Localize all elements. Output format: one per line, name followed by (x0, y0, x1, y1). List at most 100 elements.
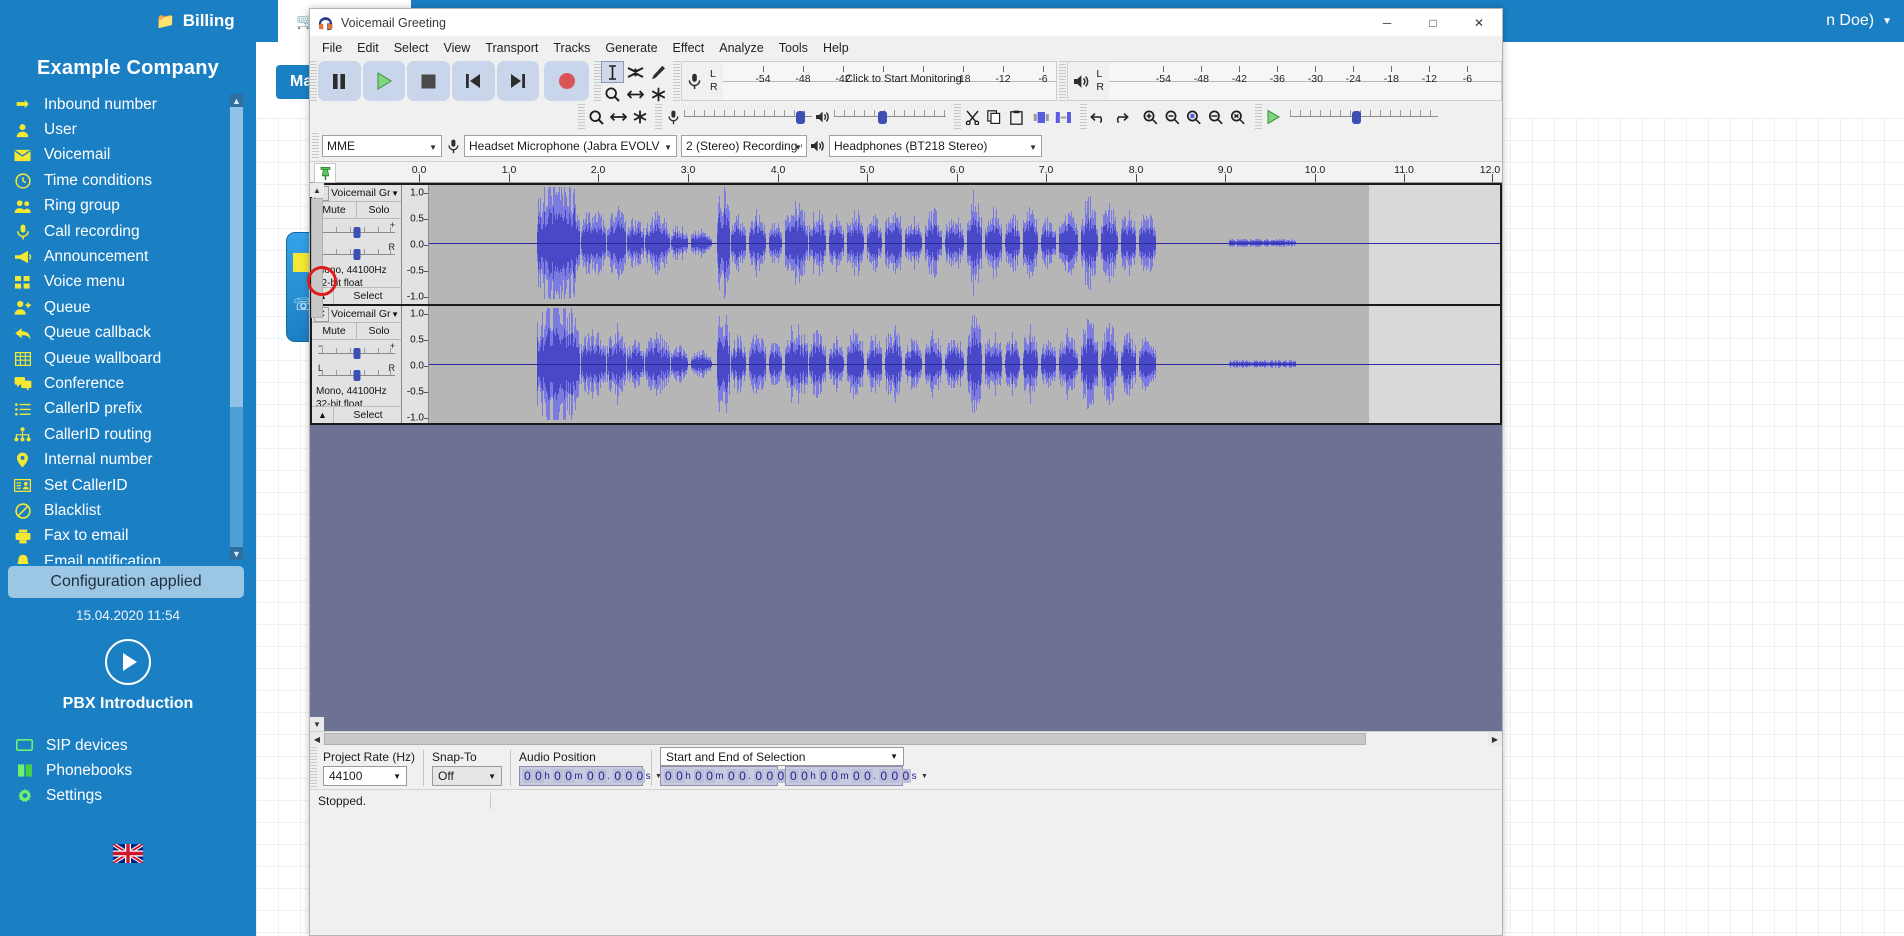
menu-tools[interactable]: Tools (779, 41, 808, 55)
skip-to-start-button[interactable] (452, 61, 495, 101)
recording-meter-grip[interactable] (672, 61, 680, 101)
multi-view-button[interactable] (629, 105, 651, 129)
scroll-thumb[interactable] (324, 733, 1366, 745)
fit-selection-button[interactable] (607, 105, 629, 129)
track-2-mute-button[interactable]: Mute (312, 323, 357, 339)
track-row-2[interactable]: ✕ Voicemail Gr ▼ Mute Solo − + (310, 304, 1502, 425)
timeline-ruler[interactable]: 0.0 1.0 2.0 3.0 4.0 5.0 6.0 7.0 8.0 9.0 … (310, 161, 1502, 183)
pbx-introduction-block[interactable]: PBX Introduction (0, 623, 256, 713)
pan-knob[interactable] (353, 249, 360, 260)
track-1-select-button[interactable]: Select (334, 288, 402, 304)
gain-knob[interactable] (353, 227, 360, 238)
sidebar-item-call-recording[interactable]: Call recording (12, 219, 256, 244)
menu-select[interactable]: Select (394, 41, 429, 55)
recording-meter-bars[interactable]: -54 -48 -42 Click to Start Monitoring -1… (722, 62, 1057, 100)
track-1-pan-slider[interactable]: L R (312, 241, 401, 263)
undo-button[interactable] (1087, 105, 1109, 129)
sidebar-item-internal-number[interactable]: Internal number (12, 447, 256, 472)
scroll-up-arrow[interactable]: ▲ (310, 183, 324, 197)
zoom-out-button[interactable] (1161, 105, 1183, 129)
sidebar-item-inbound-number[interactable]: ➡ Inbound number (12, 92, 256, 117)
sidebar-scrollbar[interactable]: ▲ ▼ (230, 94, 243, 560)
track-2-control-panel[interactable]: ✕ Voicemail Gr ▼ Mute Solo − + (312, 306, 402, 423)
sidebar-item-conference[interactable]: Conference (12, 371, 256, 396)
paste-button[interactable] (1005, 105, 1027, 129)
draw-tool[interactable] (646, 61, 670, 83)
tools-toolbar-grip[interactable] (593, 61, 601, 101)
track-2-vertical-ruler[interactable]: 1.0 0.5 0.0 -0.5 -1.0 (402, 306, 429, 424)
sidebar-item-phonebooks[interactable]: Phonebooks (14, 758, 256, 783)
window-title-bar[interactable]: Voicemail Greeting ─ □ ✕ (310, 9, 1502, 37)
play-at-speed-button[interactable] (1262, 105, 1284, 129)
project-rate-select[interactable]: 44100 ▼ (323, 766, 407, 786)
sidebar-item-voicemail[interactable]: Voicemail (12, 143, 256, 168)
fit-project-to-width-button[interactable] (1205, 105, 1227, 129)
record-button[interactable] (544, 61, 589, 101)
menu-help[interactable]: Help (823, 41, 849, 55)
copy-button[interactable] (983, 105, 1005, 129)
play-at-speed-grip[interactable] (1255, 104, 1262, 130)
sidebar-item-queue-callback[interactable]: Queue callback (12, 321, 256, 346)
scroll-thumb[interactable] (311, 198, 323, 318)
track-1-vertical-ruler[interactable]: 1.0 0.5 0.0 -0.5 -1.0 (402, 185, 429, 304)
scroll-down-arrow[interactable]: ▼ (230, 547, 243, 560)
audio-position-field[interactable]: 00h 00m 00. 000s ▼ 00h00m00.000s (519, 766, 662, 786)
pinned-play-head-button[interactable] (314, 163, 336, 183)
transport-toolbar-grip[interactable] (310, 61, 317, 101)
track-1-waveform[interactable] (429, 185, 1500, 304)
track-2-name-menu[interactable]: Voicemail Gr ▼ (331, 308, 401, 320)
pan-knob[interactable] (353, 370, 360, 381)
sidebar-item-announcement[interactable]: Announcement (12, 244, 256, 269)
track-2-select-button[interactable]: Select (334, 407, 402, 423)
playback-meter-grip[interactable] (1059, 61, 1067, 101)
menu-view[interactable]: View (443, 41, 470, 55)
scroll-up-arrow[interactable]: ▲ (230, 94, 243, 107)
menu-transport[interactable]: Transport (485, 41, 538, 55)
menu-generate[interactable]: Generate (605, 41, 657, 55)
slider-knob[interactable] (1352, 111, 1361, 124)
sidebar-item-email-notification[interactable]: Email notification (12, 549, 256, 564)
snap-to-select[interactable]: Off ▼ (432, 766, 503, 786)
start-monitoring-label[interactable]: Click to Start Monitoring (845, 73, 962, 85)
sidebar-item-settings[interactable]: Settings (14, 783, 256, 808)
menu-effect[interactable]: Effect (673, 41, 705, 55)
track-area[interactable]: ✕ Voicemail Gr ▼ Mute Solo − + (310, 183, 1502, 731)
sidebar-item-callerid-prefix[interactable]: CallerID prefix (12, 397, 256, 422)
cut-button[interactable] (961, 105, 983, 129)
selection-mode-select[interactable]: Start and End of Selection ▼ (660, 747, 905, 766)
playback-device-select[interactable]: Headphones (BT218 Stereo) ▼ (829, 135, 1042, 157)
edit-tools-grip[interactable] (954, 104, 961, 130)
fit-selection-to-width-button[interactable] (1183, 105, 1205, 129)
play-video-icon[interactable] (105, 639, 151, 685)
user-menu[interactable]: n Doe) ▼ (1826, 0, 1892, 42)
tab-billing[interactable]: 📁 Billing (138, 0, 253, 42)
sidebar-item-blacklist[interactable]: Blacklist (12, 498, 256, 523)
playback-meter-bars[interactable]: -54 -48 -42 -36 -30 -24 -18 -12 -6 0 (1109, 62, 1501, 100)
playback-speed-slider[interactable] (1290, 108, 1438, 126)
playback-meter[interactable]: L R -54 -48 -42 -36 -30 -24 -18 -12 -6 0 (1067, 61, 1502, 101)
play-button[interactable] (362, 61, 406, 101)
sidebar-item-user[interactable]: User (12, 117, 256, 142)
selection-start-field[interactable]: 00h 00m 00. 000s ▼ 00h00m00.000s (660, 766, 803, 786)
recording-channels-select[interactable]: 2 (Stereo) Recording Chan ▼ (681, 135, 807, 157)
zoom-toggle-button[interactable] (1227, 105, 1249, 129)
close-button[interactable]: ✕ (1456, 9, 1502, 37)
scroll-down-arrow[interactable]: ▼ (310, 717, 324, 731)
track-2-gain-slider[interactable]: − + (312, 340, 401, 362)
track-1-name-menu[interactable]: Voicemail Gr ▼ (331, 187, 401, 199)
scroll-right-arrow[interactable]: ▶ (1488, 732, 1502, 746)
slider-knob[interactable] (796, 111, 805, 124)
slider-knob[interactable] (878, 111, 887, 124)
trim-audio-button[interactable] (1030, 105, 1052, 129)
redo-button[interactable] (1109, 105, 1131, 129)
chevron-down-icon[interactable]: ▼ (921, 773, 928, 780)
track-horizontal-scrollbar[interactable]: ◀ ▶ (310, 731, 1502, 746)
recording-device-select[interactable]: Headset Microphone (Jabra EVOLV ▼ (464, 135, 677, 157)
menu-edit[interactable]: Edit (357, 41, 379, 55)
language-selector[interactable] (0, 808, 256, 868)
zoom-in-small-button[interactable] (585, 105, 607, 129)
track-2-solo-button[interactable]: Solo (357, 323, 401, 339)
device-toolbar-grip[interactable] (312, 133, 319, 159)
menu-analyze[interactable]: Analyze (719, 41, 763, 55)
stop-button[interactable] (407, 61, 451, 101)
